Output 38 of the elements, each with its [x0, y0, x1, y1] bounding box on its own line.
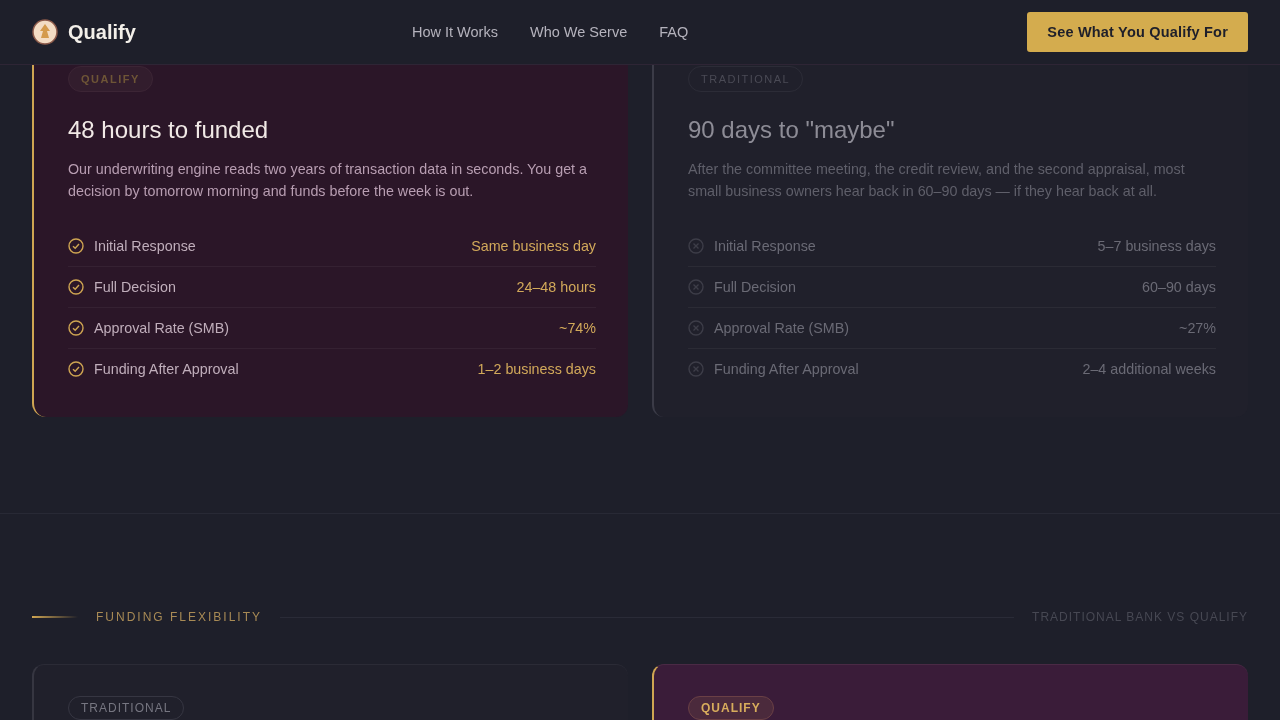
- metric-value: 5–7 business days: [1097, 238, 1216, 254]
- nav-link[interactable]: Who We Serve: [529, 24, 628, 40]
- section-eyebrow: FUNDING FLEXIBILITY: [96, 610, 263, 624]
- metric-label: Approval Rate (SMB): [714, 320, 851, 336]
- metric-value: Same business day: [471, 238, 596, 254]
- metric-label: Funding After Approval: [94, 361, 240, 377]
- card-badge: QUALIFY: [68, 66, 153, 92]
- check-circle-icon: [68, 361, 84, 377]
- x-circle-icon: [688, 238, 704, 254]
- metric-label: Funding After Approval: [714, 361, 860, 377]
- card-description: After the committee meeting, the credit review, and the second appraisal, most small business owners hear back in 60–90 days — if they hear back at all.: [688, 160, 1186, 201]
- card-description: Our underwriting engine reads two years of transaction data in seconds. You get a decision by tomorrow morning and funds before the week is out.: [68, 160, 588, 201]
- metric-label: Full Decision: [94, 279, 177, 295]
- card-title: 48 hours to funded: [68, 116, 270, 144]
- x-circle-icon: [688, 279, 704, 295]
- metric-label: Initial Response: [94, 238, 197, 254]
- card-badge: QUALIFY: [688, 696, 774, 720]
- nav-link[interactable]: How It Works: [412, 24, 498, 40]
- cta-button[interactable]: See What You Qualify For: [1027, 12, 1248, 52]
- nav-link[interactable]: FAQ: [659, 24, 689, 40]
- card-title: 90 days to "maybe": [688, 116, 896, 144]
- brand-name[interactable]: Qualify: [68, 20, 136, 44]
- metric-label: Approval Rate (SMB): [94, 320, 231, 336]
- check-circle-icon: [68, 238, 84, 254]
- x-circle-icon: [688, 320, 704, 336]
- metric-label: Full Decision: [714, 279, 797, 295]
- metric-value: 24–48 hours: [516, 279, 596, 295]
- check-circle-icon: [68, 320, 84, 336]
- logo-icon: [32, 19, 58, 45]
- x-circle-icon: [688, 361, 704, 377]
- metric-value: ~27%: [1179, 320, 1216, 336]
- metric-value: ~74%: [559, 320, 596, 336]
- check-circle-icon: [68, 279, 84, 295]
- metric-value: 60–90 days: [1142, 279, 1216, 295]
- accent-line: [32, 616, 78, 618]
- metric-value: 2–4 additional weeks: [1082, 361, 1216, 377]
- metric-value: 1–2 business days: [477, 361, 596, 377]
- metric-label: Initial Response: [714, 238, 817, 254]
